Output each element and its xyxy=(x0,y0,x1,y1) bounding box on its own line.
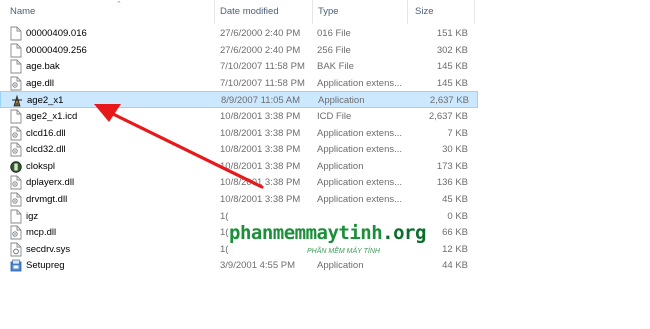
file-name: dplayerx.dll xyxy=(26,177,75,189)
file-row[interactable]: age.bak 7/10/2007 11:58 PM BAK File 145 KB xyxy=(0,58,478,75)
watermark-main-text: phanmemmaytinh.org xyxy=(229,222,426,244)
file-type: 016 File xyxy=(317,28,351,39)
file-type: Application extens... xyxy=(317,177,403,189)
file-name: secdrv.sys xyxy=(26,243,71,255)
watermark-logo: phanmemmaytinh.org PHẦN MỀM MÁY TÍNH xyxy=(229,222,427,266)
file-date-modified: 10/8/2001 3:38 PM xyxy=(220,144,301,156)
watermark-subtitle: PHẦN MỀM MÁY TÍNH xyxy=(307,248,380,255)
file-size: 151 KB xyxy=(436,28,468,39)
file-date-modified: 7/10/2007 11:58 PM xyxy=(220,77,305,89)
file-name: clcd16.dll xyxy=(26,127,66,139)
file-row[interactable]: age2_x1 8/9/2007 11:05 AM Application 2,637… xyxy=(0,91,478,109)
column-name-header[interactable]: Name xyxy=(10,0,35,24)
column-type-header[interactable]: Type xyxy=(318,0,339,24)
file-date-modified: 27/6/2000 2:40 PM xyxy=(220,44,301,56)
file-type: Application extens... xyxy=(317,194,403,205)
file-name: clcd32.dll xyxy=(26,144,66,156)
dll-icon xyxy=(10,175,22,190)
file-type: Application xyxy=(318,95,365,107)
dll-icon xyxy=(10,225,22,240)
file-size: 2,637 KB xyxy=(428,111,468,122)
column-divider[interactable] xyxy=(474,0,475,24)
file-icon xyxy=(10,43,22,58)
file-name: igz xyxy=(26,210,39,222)
file-date-modified: 10/8/2001 3:38 PM xyxy=(220,127,301,139)
file-size: 173 KB xyxy=(436,160,468,172)
file-row[interactable]: clcd32.dll 10/8/2001 3:38 PM Application e… xyxy=(0,141,478,158)
file-type: ICD File xyxy=(317,111,352,122)
file-date-modified: 10/8/2001 3:38 PM xyxy=(220,160,301,172)
file-name: mcp.dll xyxy=(26,227,57,239)
file-size: 145 KB xyxy=(436,77,468,89)
file-date-modified: 7/10/2007 11:58 PM xyxy=(220,61,305,73)
file-name: age2_x1.icd xyxy=(26,111,78,122)
dll-icon xyxy=(10,76,22,91)
file-type: BAK File xyxy=(317,61,354,73)
file-type: Application extens... xyxy=(317,144,403,156)
dll-icon xyxy=(10,142,22,157)
file-name: Setupreg xyxy=(26,260,65,272)
file-size: 7 KB xyxy=(447,127,468,139)
file-size: 2,637 KB xyxy=(429,95,469,107)
column-divider[interactable] xyxy=(312,0,313,24)
file-row[interactable]: drvmgt.dll 10/8/2001 3:38 PM Application e… xyxy=(0,191,478,208)
age-game-icon xyxy=(11,93,23,108)
file-row[interactable]: 00000409.256 27/6/2000 2:40 PM 256 File 302… xyxy=(0,42,478,59)
file-size: 302 KB xyxy=(436,44,468,56)
clokspl-icon xyxy=(10,159,22,174)
setup-icon xyxy=(10,258,22,273)
file-type: Application extens... xyxy=(317,77,403,89)
file-date-modified: 27/6/2000 2:40 PM xyxy=(220,28,301,39)
file-icon xyxy=(10,26,22,41)
file-size: 30 KB xyxy=(442,144,468,156)
dll-icon xyxy=(10,126,22,141)
file-name: age.dll xyxy=(26,77,54,89)
column-size-header[interactable]: Size xyxy=(415,0,433,24)
file-row[interactable]: age.dll 7/10/2007 11:58 PM Application ext… xyxy=(0,75,478,92)
file-icon xyxy=(10,109,22,124)
column-header: Name ⌃ Date modified Type Size xyxy=(0,0,650,24)
file-name: age2_x1 xyxy=(27,95,64,107)
file-type: Application xyxy=(317,160,364,172)
column-divider[interactable] xyxy=(214,0,215,24)
column-date-header[interactable]: Date modified xyxy=(220,0,279,24)
file-name: 00000409.256 xyxy=(26,44,87,56)
column-divider[interactable] xyxy=(407,0,408,24)
file-type: 256 File xyxy=(317,44,351,56)
file-date-modified: 10/8/2001 3:38 PM xyxy=(220,111,301,122)
file-name: drvmgt.dll xyxy=(26,194,68,205)
file-row[interactable]: clokspl 10/8/2001 3:38 PM Application 173 K… xyxy=(0,158,478,175)
file-date-modified: 10/8/2001 3:38 PM xyxy=(220,194,301,205)
file-icon xyxy=(10,59,22,74)
file-row[interactable]: 00000409.016 27/6/2000 2:40 PM 016 File 151… xyxy=(0,25,478,42)
file-name: age.bak xyxy=(26,61,60,73)
sort-chevron-icon: ⌃ xyxy=(116,1,122,8)
file-size: 136 KB xyxy=(436,177,468,189)
file-name: clokspl xyxy=(26,160,56,172)
file-row[interactable]: clcd16.dll 10/8/2001 3:38 PM Application e… xyxy=(0,125,478,142)
dll-icon xyxy=(10,192,22,207)
sys-icon xyxy=(10,242,22,257)
file-row[interactable]: age2_x1.icd 10/8/2001 3:38 PM ICD File 2,63… xyxy=(0,108,478,125)
file-size: 145 KB xyxy=(436,61,468,73)
file-date-modified: 10/8/2001 3:38 PM xyxy=(220,177,301,189)
file-name: 00000409.016 xyxy=(26,28,87,39)
file-size: 45 KB xyxy=(442,194,468,205)
file-type: Application extens... xyxy=(317,127,403,139)
file-icon xyxy=(10,209,22,224)
file-row[interactable]: dplayerx.dll 10/8/2001 3:38 PM Application… xyxy=(0,174,478,191)
file-date-modified: 8/9/2007 11:05 AM xyxy=(221,95,301,107)
